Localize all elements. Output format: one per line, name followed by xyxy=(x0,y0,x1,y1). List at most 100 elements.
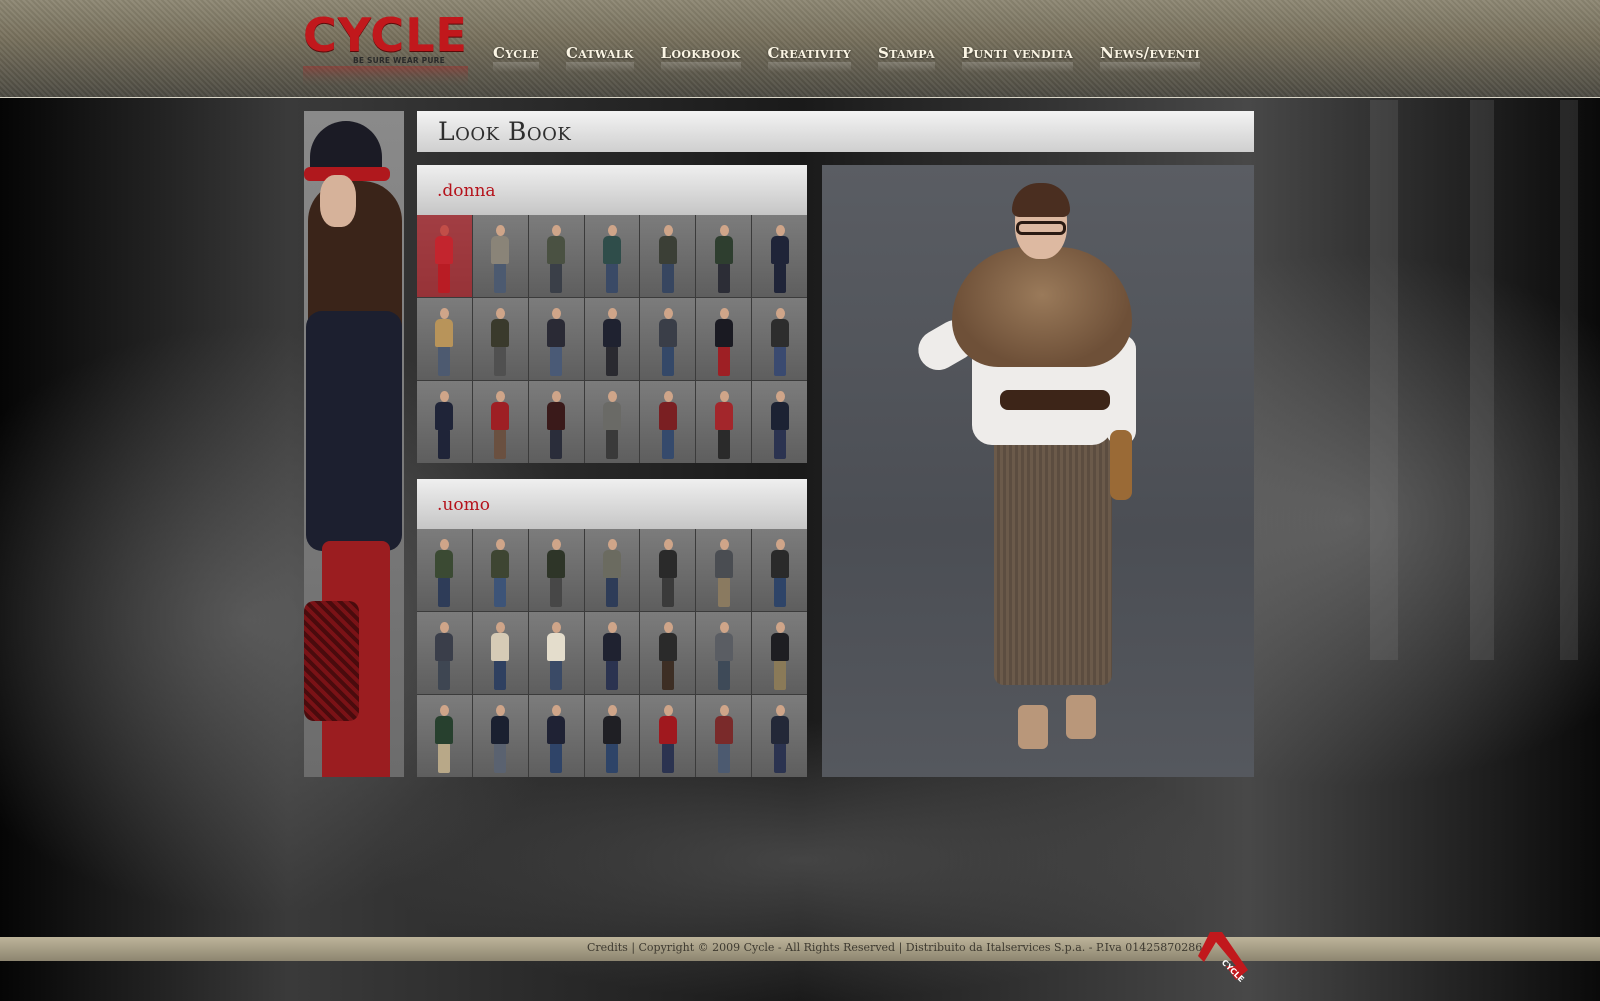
uomo-look-thumbnail[interactable] xyxy=(640,612,696,694)
uomo-look-thumbnail[interactable] xyxy=(472,695,528,777)
donna-look-thumbnail[interactable] xyxy=(472,298,528,380)
figure-legs xyxy=(550,743,563,773)
uomo-look-thumbnail[interactable] xyxy=(472,612,528,694)
donna-look-thumbnail[interactable] xyxy=(584,215,640,297)
figure-legs xyxy=(773,743,786,773)
figure-head xyxy=(775,391,785,402)
figure-head xyxy=(496,308,506,319)
nav-item-catwalk[interactable]: Catwalk xyxy=(565,42,634,72)
donna-look-thumbnail[interactable] xyxy=(417,381,472,463)
figure-top xyxy=(770,633,789,661)
model-figure xyxy=(433,539,455,607)
figure-legs xyxy=(605,346,618,376)
uomo-look-thumbnail[interactable] xyxy=(417,612,472,694)
model-figure xyxy=(713,225,735,293)
uomo-look-thumbnail[interactable] xyxy=(472,529,528,611)
donna-look-thumbnail[interactable] xyxy=(584,381,640,463)
figure-top xyxy=(547,716,566,744)
donna-look-thumbnail[interactable] xyxy=(528,298,584,380)
nav-item-punti-vendita[interactable]: Punti vendita xyxy=(961,42,1074,72)
figure-top xyxy=(602,402,621,430)
uomo-look-thumbnail[interactable] xyxy=(528,695,584,777)
model-figure xyxy=(657,539,679,607)
figure-top xyxy=(714,633,733,661)
donna-look-thumbnail[interactable] xyxy=(696,215,752,297)
model-bag xyxy=(304,601,359,721)
figure-head xyxy=(552,391,562,402)
figure-top xyxy=(658,319,677,347)
uomo-look-thumbnail[interactable] xyxy=(696,529,752,611)
side-model-photo xyxy=(304,111,404,777)
figure-legs xyxy=(773,577,786,607)
donna-look-thumbnail[interactable] xyxy=(696,381,752,463)
figure-top xyxy=(602,236,621,264)
figure-top xyxy=(714,319,733,347)
figure-head xyxy=(663,622,673,633)
figure-legs xyxy=(494,429,507,459)
figure-legs xyxy=(773,263,786,293)
uomo-look-thumbnail[interactable] xyxy=(584,612,640,694)
donna-look-thumbnail[interactable] xyxy=(528,215,584,297)
uomo-look-thumbnail[interactable] xyxy=(417,695,472,777)
model-figure xyxy=(489,622,511,690)
donna-look-thumbnail[interactable] xyxy=(752,381,807,463)
donna-look-thumbnail[interactable] xyxy=(640,215,696,297)
uomo-look-thumbnail[interactable] xyxy=(696,695,752,777)
donna-look-thumbnail[interactable] xyxy=(752,215,807,297)
uomo-look-thumbnail[interactable] xyxy=(640,695,696,777)
section-header-uomo: .uomo xyxy=(417,479,807,529)
figure-legs xyxy=(438,577,451,607)
section-label-donna: .donna xyxy=(437,181,496,201)
footer-cycle-logo-icon[interactable]: CYCLE xyxy=(1196,926,1252,982)
figure-top xyxy=(658,236,677,264)
nav-item-cycle[interactable]: Cycle xyxy=(493,42,539,72)
figure-top xyxy=(658,550,677,578)
donna-look-thumbnail[interactable] xyxy=(640,381,696,463)
donna-look-thumbnail[interactable] xyxy=(696,298,752,380)
figure-legs xyxy=(717,263,730,293)
nav-item-lookbook[interactable]: Lookbook xyxy=(660,42,741,72)
uomo-look-thumbnail[interactable] xyxy=(584,529,640,611)
uomo-look-thumbnail[interactable] xyxy=(528,529,584,611)
donna-look-thumbnail[interactable] xyxy=(472,215,528,297)
figure-legs xyxy=(717,429,730,459)
donna-look-thumbnail[interactable] xyxy=(417,215,472,297)
figure-legs xyxy=(550,429,563,459)
credits-link[interactable]: Credits xyxy=(587,941,628,954)
donna-look-thumbnail[interactable] xyxy=(584,298,640,380)
figure-legs xyxy=(717,346,730,376)
model-figure xyxy=(657,391,679,459)
figure-legs xyxy=(661,577,674,607)
cycle-logo[interactable]: CYCLE BE SURE WEAR PURE xyxy=(303,10,468,88)
figure-top xyxy=(714,402,733,430)
uomo-look-thumbnail[interactable] xyxy=(752,529,807,611)
figure-legs xyxy=(773,429,786,459)
model-figure xyxy=(769,705,791,773)
figure-top xyxy=(435,716,454,744)
donna-look-thumbnail[interactable] xyxy=(752,298,807,380)
donna-look-thumbnail[interactable] xyxy=(528,381,584,463)
figure-head xyxy=(719,705,729,716)
donna-look-thumbnail[interactable] xyxy=(417,298,472,380)
nav-item-creativity[interactable]: Creativity xyxy=(767,42,852,72)
uomo-look-thumbnail[interactable] xyxy=(417,529,472,611)
figure-legs xyxy=(550,577,563,607)
nav-item-stampa[interactable]: Stampa xyxy=(877,42,935,72)
figure-head xyxy=(552,308,562,319)
figure-top xyxy=(714,716,733,744)
uomo-look-thumbnail[interactable] xyxy=(752,612,807,694)
uomo-look-thumbnail[interactable] xyxy=(528,612,584,694)
uomo-look-thumbnail[interactable] xyxy=(696,612,752,694)
figure-top xyxy=(435,402,454,430)
uomo-look-thumbnail[interactable] xyxy=(752,695,807,777)
model-figure xyxy=(601,622,623,690)
figure-head xyxy=(440,622,450,633)
donna-look-thumbnail[interactable] xyxy=(472,381,528,463)
thumbnail-grid-uomo xyxy=(417,529,807,777)
donna-look-thumbnail[interactable] xyxy=(640,298,696,380)
figure-legs xyxy=(550,346,563,376)
nav-item-news-eventi[interactable]: News/eventi xyxy=(1100,42,1200,72)
uomo-look-thumbnail[interactable] xyxy=(640,529,696,611)
figure-legs xyxy=(494,346,507,376)
uomo-look-thumbnail[interactable] xyxy=(584,695,640,777)
